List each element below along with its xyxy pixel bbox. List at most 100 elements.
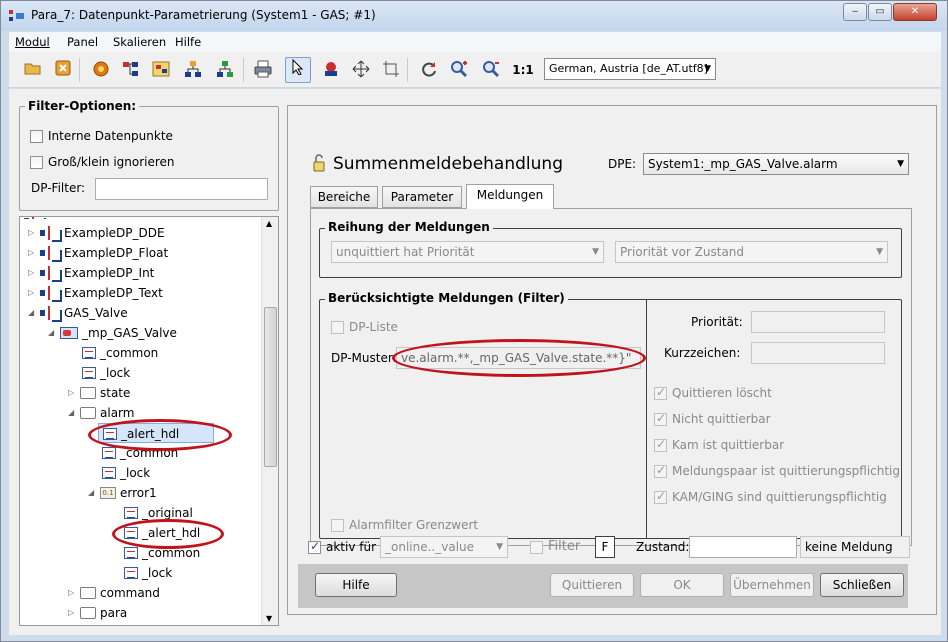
ordering-left-select[interactable]: unquittiert hat Priorität ▼ (331, 241, 604, 263)
tree-row[interactable]: ▷ state (68, 383, 130, 403)
ordering-right-select[interactable]: Priorität vor Zustand ▼ (615, 241, 888, 263)
open-folder-icon[interactable] (23, 60, 43, 80)
dpe-label: DPE: (608, 157, 637, 171)
expand-icon[interactable]: ▷ (28, 283, 40, 303)
collapse-icon[interactable]: ◢ (68, 403, 80, 423)
help-button[interactable]: Hilfe (315, 573, 397, 597)
dpe-select[interactable]: System1:_mp_GAS_Valve.alarm ▼ (643, 153, 909, 175)
tree-scrollbar[interactable]: ▲ ▼ (261, 217, 278, 625)
tree-row[interactable]: ▷ ExampleDP_Text (28, 283, 163, 303)
state-label: Zustand: (636, 540, 690, 554)
not-ackable-checkbox[interactable] (654, 411, 667, 426)
zoom-reset-icon[interactable]: 1:1 (511, 60, 535, 80)
maximize-button[interactable]: ▭ (868, 3, 892, 21)
zoom-out-icon[interactable] (481, 60, 501, 80)
expand-icon[interactable]: ▷ (28, 263, 40, 283)
scroll-down-icon[interactable]: ▼ (266, 614, 272, 623)
shortcut-label: Kurzzeichen: (664, 346, 741, 360)
tree-row[interactable]: _lock (124, 563, 172, 583)
collapse-icon[interactable]: ◢ (88, 483, 100, 503)
came-ackable-checkbox[interactable] (654, 437, 667, 452)
scrollbar-thumb[interactable] (264, 307, 277, 467)
tree-row[interactable]: ▷ ExampleDP_Float (28, 243, 168, 263)
tree-row-label: state (100, 386, 131, 400)
expand-icon[interactable]: ▷ (28, 243, 40, 263)
window-title: Para_7: Datenpunkt-Parametrierung (Syste… (31, 8, 376, 22)
dp-list-checkbox[interactable] (331, 321, 344, 334)
filter-checkbox[interactable] (530, 541, 543, 554)
tab-meldungen[interactable]: Meldungen (466, 184, 554, 209)
expand-icon[interactable]: ▷ (68, 603, 80, 623)
parameter-panel: Summenmeldebehandlung DPE: System1:_mp_G… (287, 105, 937, 615)
pair-ack-required-checkbox[interactable] (654, 463, 667, 478)
dp-filter-input[interactable] (95, 178, 268, 200)
menu-panel[interactable]: Panel (67, 35, 98, 49)
not-ackable-label: Nicht quittierbar (672, 412, 771, 426)
tree-row[interactable]: ▷ para (68, 603, 127, 623)
tree-row[interactable]: _common (82, 343, 158, 363)
datapoint-icon (40, 225, 60, 240)
tree-row-label: para (100, 606, 128, 620)
collapse-icon[interactable]: ◢ (28, 303, 40, 323)
tab-bereiche[interactable]: Bereiche (310, 186, 378, 208)
ack-deletes-checkbox[interactable] (654, 385, 667, 400)
datapoint-structure-icon[interactable] (121, 60, 141, 80)
active-for-select[interactable]: _online.._value ▼ (380, 536, 508, 558)
scroll-up-icon[interactable]: ▲ (266, 219, 272, 228)
collapse-icon[interactable]: ◢ (48, 323, 60, 343)
select-type-icon[interactable] (151, 60, 171, 80)
minimize-button[interactable]: ‒ (843, 3, 867, 21)
state-input[interactable] (689, 536, 797, 558)
active-for-checkbox[interactable] (308, 539, 321, 554)
exit-icon[interactable] (53, 60, 73, 80)
case-insensitive-checkbox[interactable] (30, 156, 43, 169)
language-value: German, Austria [de_AT.utf8] (549, 62, 708, 75)
ordering-left-value: unquittiert hat Priorität (336, 245, 475, 259)
filter-f-button[interactable]: F (595, 536, 615, 558)
tree-row[interactable]: _lock (102, 463, 150, 483)
tab-parameter[interactable]: Parameter (382, 186, 462, 208)
hierarchy-green-icon[interactable] (215, 60, 235, 80)
tree-row-label: ExampleDP_Float (64, 246, 169, 260)
close-window-button[interactable]: ✕ (893, 3, 937, 21)
shortcut-input[interactable] (751, 342, 885, 364)
came-ackable-label: Kam ist quittierbar (672, 438, 785, 452)
tree-row[interactable]: ◢ GAS_Valve (28, 303, 128, 323)
tree-row-label: _lock (100, 366, 131, 380)
tree-row-label: alarm (100, 406, 135, 420)
tree-row-label: ExampleDP_Int (64, 266, 155, 280)
crop-icon[interactable] (381, 60, 401, 80)
ok-button[interactable]: OK (640, 573, 724, 597)
priority-input[interactable] (751, 311, 885, 333)
came-went-ack-checkbox[interactable] (654, 489, 667, 504)
menu-skalieren[interactable]: Skalieren (113, 35, 166, 49)
hierarchy-icon[interactable] (183, 60, 203, 80)
alarm-filter-checkbox[interactable] (331, 519, 344, 532)
acknowledge-button[interactable]: Quittieren (550, 573, 634, 597)
priority-label: Priorität: (691, 315, 743, 329)
zoom-in-icon[interactable] (449, 60, 469, 80)
tree-row[interactable]: ◢ _mp_GAS_Valve (48, 323, 177, 343)
tree-row[interactable]: ▷ ExampleDP_Int (28, 263, 154, 283)
expand-icon[interactable]: ▷ (68, 583, 80, 603)
tree-row[interactable]: _lock (82, 363, 130, 383)
close-button[interactable]: Schließen (820, 573, 904, 597)
menu-hilfe[interactable]: Hilfe (175, 35, 201, 49)
move-icon[interactable] (351, 60, 371, 80)
tree-row[interactable]: ▷ command (68, 583, 160, 603)
expand-icon[interactable]: ▷ (28, 223, 40, 243)
refresh-icon[interactable] (419, 60, 439, 80)
datapoint-tree[interactable]: ▷ ExampleDP_DDE ▷ ExampleDP_Float ▷ Example… (19, 216, 279, 626)
language-select[interactable]: German, Austria [de_AT.utf8] ▼ (544, 58, 716, 80)
tree-row[interactable]: ◢ 0.1 error1 (88, 483, 157, 503)
settings-gear-icon[interactable] (91, 60, 111, 80)
tools-icon[interactable] (321, 60, 341, 80)
menu-modul[interactable]: Modul (15, 35, 50, 49)
apply-button[interactable]: Übernehmen (730, 573, 814, 597)
print-icon[interactable] (253, 60, 273, 80)
tree-row[interactable]: ▷ ExampleDP_DDE (28, 223, 165, 243)
pointer-icon[interactable] (285, 57, 311, 83)
internal-dp-checkbox[interactable] (30, 130, 43, 143)
meldungen-tab-panel: Reihung der Meldungen unquittiert hat Pr… (310, 208, 912, 546)
expand-icon[interactable]: ▷ (68, 383, 80, 403)
